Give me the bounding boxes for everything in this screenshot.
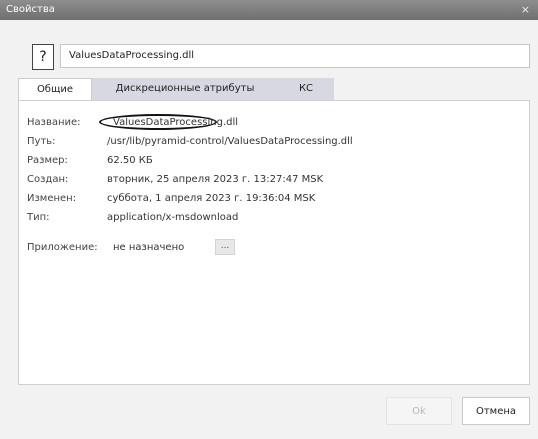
general-properties-panel: Название: ValuesDataProcessing.dll Путь:… bbox=[18, 100, 530, 385]
path-label: Путь: bbox=[27, 136, 56, 147]
name-value: ValuesDataProcessing.dll bbox=[113, 117, 239, 128]
type-value: application/x-msdownload bbox=[107, 212, 239, 223]
tab-general[interactable]: Общие bbox=[18, 78, 92, 100]
title-bar: Свойства × bbox=[0, 0, 538, 20]
tab-discretionary-attributes[interactable]: Дискреционные атрибуты bbox=[92, 78, 278, 100]
cancel-button[interactable]: Отмена bbox=[462, 397, 530, 425]
path-value: /usr/lib/pyramid-control/ValuesDataProce… bbox=[107, 136, 353, 147]
property-row-created: Создан: вторник, 25 апреля 2023 г. 13:27… bbox=[19, 173, 529, 187]
property-row-path: Путь: /usr/lib/pyramid-control/ValuesDat… bbox=[19, 135, 529, 149]
modified-label: Изменен: bbox=[27, 193, 77, 204]
type-label: Тип: bbox=[27, 212, 50, 223]
window-title: Свойства bbox=[6, 4, 55, 15]
file-name-field[interactable]: ValuesDataProcessing.dll bbox=[60, 44, 530, 68]
ok-button[interactable]: Ok bbox=[386, 397, 452, 425]
file-header: ? ValuesDataProcessing.dll bbox=[32, 40, 530, 72]
tab-ks[interactable]: КС bbox=[278, 78, 334, 100]
created-label: Создан: bbox=[27, 174, 69, 185]
size-label: Размер: bbox=[27, 155, 68, 166]
property-row-application: Приложение: не назначено ... bbox=[19, 239, 529, 255]
unknown-file-icon: ? bbox=[32, 44, 54, 70]
property-row-size: Размер: 62.50 КБ bbox=[19, 154, 529, 168]
property-row-name: Название: ValuesDataProcessing.dll bbox=[19, 114, 529, 130]
property-row-modified: Изменен: суббота, 1 апреля 2023 г. 19:36… bbox=[19, 192, 529, 206]
application-value: не назначено bbox=[113, 242, 185, 253]
name-label: Название: bbox=[27, 117, 81, 128]
application-label: Приложение: bbox=[27, 242, 98, 253]
property-row-type: Тип: application/x-msdownload bbox=[19, 211, 529, 225]
size-value: 62.50 КБ bbox=[107, 155, 153, 166]
choose-application-button[interactable]: ... bbox=[215, 239, 235, 255]
created-value: вторник, 25 апреля 2023 г. 13:27:47 MSK bbox=[107, 174, 324, 185]
close-icon[interactable]: × bbox=[521, 0, 530, 20]
modified-value: суббота, 1 апреля 2023 г. 19:36:04 MSK bbox=[107, 193, 316, 204]
